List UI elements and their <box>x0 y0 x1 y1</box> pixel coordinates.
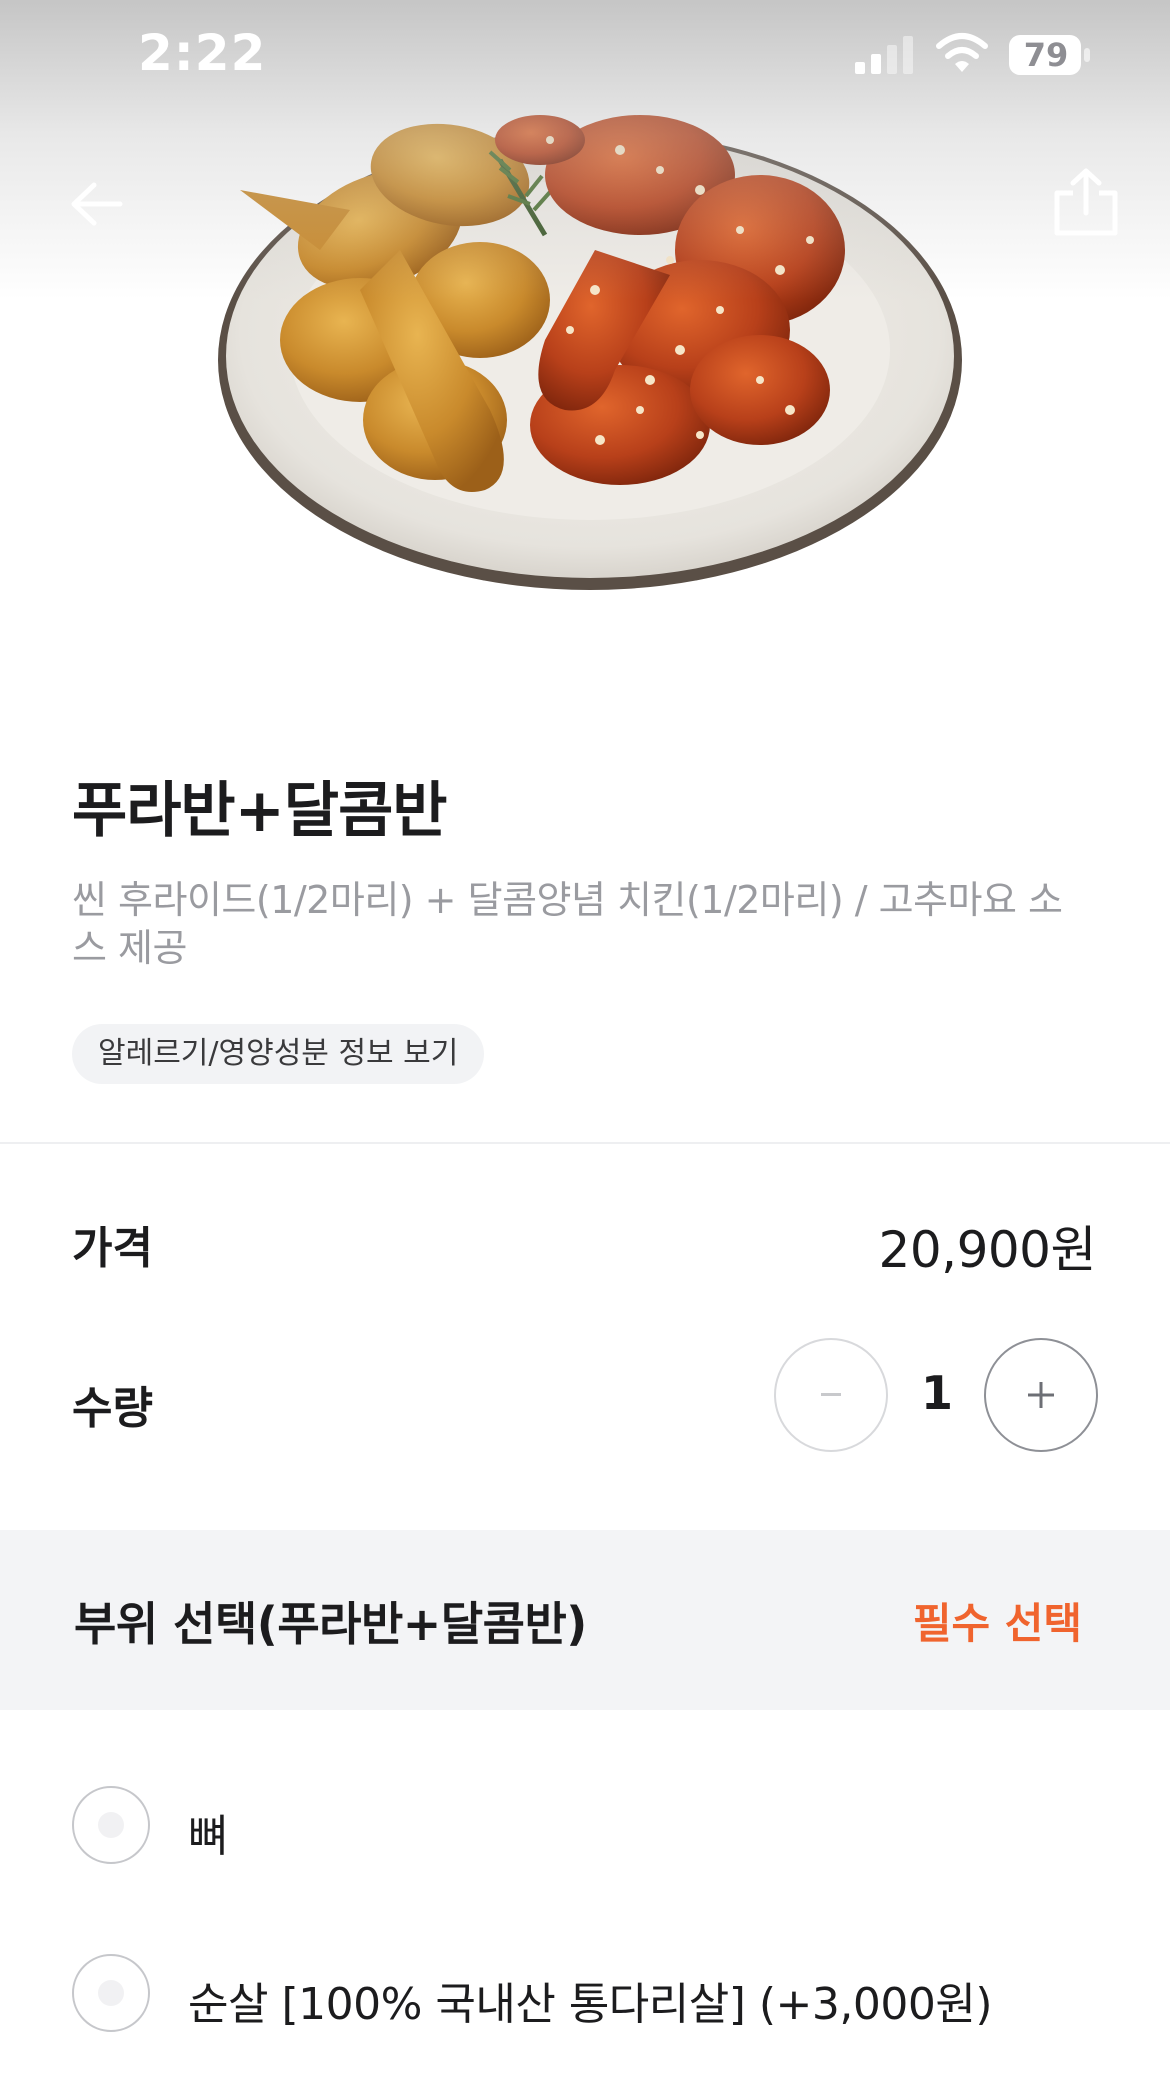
option-item-bone[interactable]: 뼈 <box>0 1764 1170 1884</box>
arrow-left-icon <box>71 182 123 226</box>
price-label: 가격 <box>72 1223 153 1274</box>
required-badge: 필수 선택 <box>912 1599 1082 1648</box>
quantity-increase-button[interactable] <box>984 1338 1098 1452</box>
product-title: 푸라반+달콤반 <box>72 776 447 846</box>
plus-icon <box>1028 1382 1054 1408</box>
radio-button[interactable] <box>72 1786 150 1864</box>
radio-button[interactable] <box>72 1954 150 2032</box>
price-value: 20,900원 <box>878 1221 1097 1279</box>
radio-inner-dot <box>98 1812 124 1838</box>
battery-level: 79 <box>1023 36 1069 74</box>
product-description: 씬 후라이드(1/2마리) + 달콤양념 치킨(1/2마리) / 고추마요 소스… <box>72 878 1063 970</box>
option-group-header: 부위 선택(푸라반+달콤반) 필수 선택 <box>0 1530 1170 1710</box>
option-label: 순살 [100% 국내산 통다리살] (+3,000원) <box>188 1979 993 2030</box>
minus-icon <box>821 1393 841 1396</box>
option-label: 뼈 <box>188 1811 228 1862</box>
section-divider <box>0 1142 1170 1144</box>
quantity-value: 1 <box>920 1366 953 1420</box>
status-time: 2:22 <box>138 24 267 82</box>
chicken-plate-photo <box>218 115 962 590</box>
radio-inner-dot <box>98 1980 124 2006</box>
quantity-decrease-button[interactable] <box>774 1338 888 1452</box>
cellular-signal-icon <box>855 36 913 74</box>
quantity-label: 수량 <box>72 1383 153 1434</box>
share-button[interactable] <box>1048 162 1124 242</box>
allergy-nutrition-button[interactable]: 알레르기/영양성분 정보 보기 <box>72 1024 485 1084</box>
wifi-icon <box>936 33 988 72</box>
back-button[interactable] <box>60 168 132 240</box>
status-bar: 2:22 79 <box>0 0 1170 110</box>
share-icon <box>1054 168 1118 236</box>
option-group-title: 부위 선택(푸라반+달콤반) <box>74 1597 587 1651</box>
option-item-boneless[interactable]: 순살 [100% 국내산 통다리살] (+3,000원) <box>0 1932 1170 2052</box>
